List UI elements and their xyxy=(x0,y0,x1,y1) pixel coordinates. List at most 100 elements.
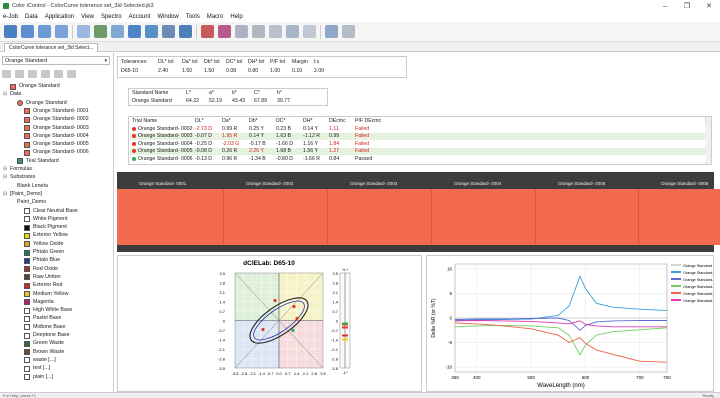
tree-node-icon[interactable] xyxy=(17,109,22,114)
tree-node-icon[interactable] xyxy=(3,84,8,89)
batch-icon[interactable] xyxy=(235,25,248,38)
menu-view[interactable]: View xyxy=(81,14,94,20)
tree-item[interactable]: Brown Waste xyxy=(17,349,64,356)
chevron-down-icon[interactable]: ▾ xyxy=(104,57,107,65)
table-row[interactable]: Orange Standard- 0004 -0.25 D -2.03 G -0.17… xyxy=(130,140,706,148)
table-row[interactable]: Orange Standard- 0002 -2.73 D 0.99 R 0.25 Y… xyxy=(130,125,706,132)
tree-node-icon[interactable] xyxy=(17,242,22,247)
menu-tools[interactable]: Tools xyxy=(186,14,200,20)
tree-node-icon[interactable] xyxy=(17,325,22,330)
measure-icon[interactable] xyxy=(111,25,124,38)
monitor-icon[interactable] xyxy=(179,25,192,38)
menu-spectro[interactable]: Spectro xyxy=(101,14,122,20)
table-row[interactable]: Orange Standard- 0006 -0.13 D 0.96 R -1.34 … xyxy=(130,155,706,163)
tree-item[interactable]: Deeptone Base xyxy=(17,332,70,339)
expand-icon[interactable]: ⊟ xyxy=(3,175,8,180)
settings-icon[interactable] xyxy=(342,25,355,38)
maximize-icon[interactable]: ❐ xyxy=(676,0,698,12)
tree-item[interactable]: ⊟ Formulas xyxy=(3,166,32,173)
menu-ejob[interactable]: e-Job xyxy=(3,14,18,20)
tree-item[interactable]: Phtalo Green xyxy=(17,249,64,256)
paste-icon[interactable] xyxy=(303,25,316,38)
tree-item[interactable]: Orange Standard- 0003 xyxy=(17,125,89,132)
detail-view-icon[interactable] xyxy=(67,70,76,78)
tree-node-icon[interactable] xyxy=(17,366,22,371)
tree-item[interactable]: Orange Standard- 0001 xyxy=(17,108,89,115)
filter-icon[interactable] xyxy=(28,70,37,78)
tree-item[interactable]: Exterior Red xyxy=(17,282,62,289)
tree-node-icon[interactable] xyxy=(17,341,22,346)
tab-document[interactable]: ColorCurve tolerance set_3ld Select... xyxy=(4,43,99,52)
tree-item[interactable]: Orange Standard- 0005 xyxy=(17,141,89,148)
tree-node-icon[interactable] xyxy=(17,126,22,131)
tree-item[interactable]: Exterior Yellow xyxy=(17,232,68,239)
cut-icon[interactable] xyxy=(269,25,282,38)
compare-icon[interactable] xyxy=(162,25,175,38)
tree-node-icon[interactable] xyxy=(17,316,22,321)
tree-icon[interactable] xyxy=(94,25,107,38)
tree-node-icon[interactable] xyxy=(17,375,22,380)
close-icon[interactable]: ✕ xyxy=(698,0,720,12)
menu-account[interactable]: Account xyxy=(129,14,151,20)
tree-node-icon[interactable] xyxy=(17,134,22,139)
tree-node-icon[interactable] xyxy=(10,159,15,164)
print-icon[interactable] xyxy=(15,70,24,78)
menu-macro[interactable]: Macro xyxy=(207,14,224,20)
tree-item[interactable]: Blank Leneta xyxy=(10,183,48,190)
tree-node-icon[interactable] xyxy=(17,275,22,280)
new-job-icon[interactable] xyxy=(4,25,17,38)
report-icon[interactable] xyxy=(325,25,338,38)
tree-item[interactable]: Orange Standard- 0004 xyxy=(17,133,89,140)
tree-node-icon[interactable] xyxy=(10,101,15,106)
tree-item[interactable]: Raw Umber xyxy=(17,274,61,281)
display-icon[interactable] xyxy=(145,25,158,38)
tree-node-icon[interactable] xyxy=(17,217,22,222)
tree-item[interactable]: Black Pigment xyxy=(17,224,67,231)
tree-item[interactable]: waste [...] xyxy=(17,357,56,364)
tree-item[interactable]: Yellow Oxide xyxy=(17,241,63,248)
color-swatch[interactable] xyxy=(328,189,432,245)
color-swatch[interactable] xyxy=(224,189,328,245)
correct-icon[interactable] xyxy=(218,25,231,38)
print-icon[interactable] xyxy=(55,25,68,38)
tree-item[interactable]: ⊟ Data xyxy=(3,91,21,98)
tree-node-icon[interactable] xyxy=(10,184,15,189)
tree-node-icon[interactable] xyxy=(10,200,15,205)
open-icon[interactable] xyxy=(21,25,34,38)
expand-icon[interactable]: ⊟ xyxy=(3,167,8,172)
check-icon[interactable] xyxy=(77,25,90,38)
menu-application[interactable]: Application xyxy=(45,14,74,20)
add-icon[interactable] xyxy=(2,70,11,78)
formula-icon[interactable] xyxy=(201,25,214,38)
tree-item[interactable]: Paint_Demo xyxy=(10,199,46,206)
color-swatch[interactable] xyxy=(536,189,639,245)
tree-node-icon[interactable] xyxy=(17,308,22,313)
tree-item[interactable]: Orange Standard xyxy=(3,83,60,90)
tree-item[interactable]: Orange Standard- 0006 xyxy=(17,149,89,156)
tree-node-icon[interactable] xyxy=(17,333,22,338)
tree-node-icon[interactable] xyxy=(17,283,22,288)
menu-window[interactable]: Window xyxy=(157,14,178,20)
tree-node-icon[interactable] xyxy=(17,142,22,147)
search-icon[interactable] xyxy=(252,25,265,38)
tree-item[interactable]: White Pigment xyxy=(17,216,67,223)
tree-item[interactable]: Clear Neutral Base xyxy=(17,208,78,215)
menu-data[interactable]: Data xyxy=(25,14,38,20)
tree-item[interactable]: Orange Standard- 0002 xyxy=(17,116,89,123)
tree-item[interactable]: Midtone Base xyxy=(17,324,65,331)
table-row[interactable]: Orange Standard- 0005 -0.08 D 0.26 R 2.26 Y… xyxy=(130,147,706,155)
copy-icon[interactable] xyxy=(286,25,299,38)
grid-view-icon[interactable] xyxy=(54,70,63,78)
tree-item[interactable]: test [...] xyxy=(17,365,50,372)
save-icon[interactable] xyxy=(38,25,51,38)
table-row[interactable]: Orange Standard- 0003 -0.07 D 1.95 R 0.14 Y… xyxy=(130,132,706,140)
tree-node-icon[interactable] xyxy=(17,150,22,155)
tree-item[interactable]: plain [...] xyxy=(17,374,53,381)
tree-node-icon[interactable] xyxy=(17,250,22,255)
tree-node-icon[interactable] xyxy=(17,258,22,263)
standard-dropdown[interactable]: Orange Standard ▾ xyxy=(2,56,110,65)
tree-node-icon[interactable] xyxy=(17,300,22,305)
tree-node-icon[interactable] xyxy=(17,267,22,272)
tree-item[interactable]: Red Oxide xyxy=(17,266,58,273)
tree-item[interactable]: Phtalo Blue xyxy=(17,257,60,264)
